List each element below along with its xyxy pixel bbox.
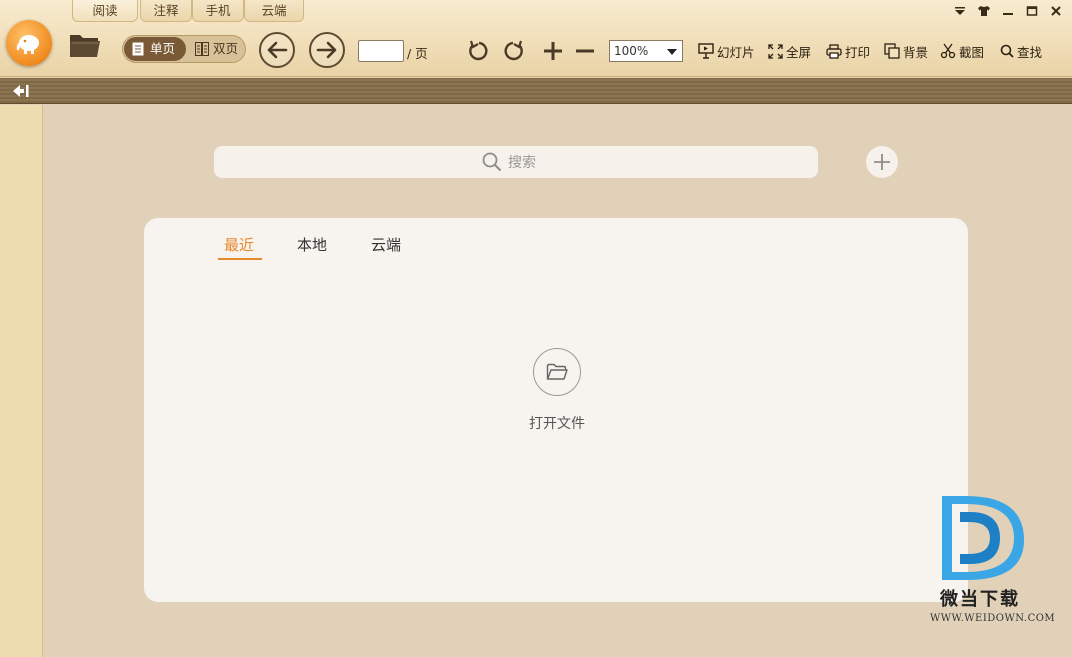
next-page-button[interactable] [309, 32, 345, 68]
page-number-input[interactable] [358, 40, 404, 62]
tab-label: 注释 [153, 3, 179, 18]
single-page-button[interactable]: 单页 [124, 37, 186, 61]
zoom-select[interactable]: 100% [609, 40, 683, 62]
window-controls [950, 2, 1066, 20]
tab-cloud[interactable]: 云端 [244, 0, 304, 22]
search-icon [1000, 44, 1014, 58]
slideshow-button[interactable]: 幻灯片 [698, 42, 755, 60]
background-label: 背景 [903, 44, 929, 60]
tab-local[interactable]: 本地 [297, 234, 327, 255]
screenshot-button[interactable]: 截图 [940, 42, 984, 60]
tab-annotate[interactable]: 注释 [140, 0, 192, 22]
library-panel: 最近 本地 云端 打开文件 [144, 218, 968, 602]
print-button[interactable]: 打印 [826, 42, 870, 60]
close-icon[interactable] [1046, 2, 1066, 20]
scissors-icon [940, 43, 956, 59]
open-file-label: 打开文件 [529, 416, 585, 432]
slideshow-label: 幻灯片 [717, 44, 755, 60]
double-page-icon [195, 42, 209, 56]
open-folder-button[interactable] [68, 31, 102, 59]
folder-open-icon [546, 363, 568, 380]
find-button[interactable]: 查找 [1000, 42, 1042, 60]
single-page-icon [132, 42, 144, 56]
watermark-url: WWW.WEIDOWN.COM [930, 613, 1056, 624]
active-tab-indicator [218, 258, 262, 260]
double-page-label: 双页 [213, 41, 239, 56]
tab-read[interactable]: 阅读 [72, 0, 138, 22]
tab-label: 阅读 [92, 3, 118, 18]
tab-label: 云端 [371, 236, 402, 254]
tab-recent[interactable]: 最近 [224, 234, 254, 255]
watermark-name: 微当下载 [940, 589, 1020, 610]
zoom-out-button[interactable] [572, 38, 598, 64]
previous-page-button[interactable] [259, 32, 295, 68]
add-book-button[interactable] [866, 146, 898, 178]
background-icon [884, 43, 900, 59]
open-file-button[interactable] [533, 348, 581, 396]
fullscreen-icon [768, 43, 783, 59]
search-placeholder-text: 搜索 [508, 155, 536, 171]
chevron-down-icon [667, 49, 677, 55]
fullscreen-label: 全屏 [786, 44, 812, 60]
find-label: 查找 [1017, 44, 1043, 60]
elephant-icon [16, 35, 39, 54]
folder-icon [70, 35, 100, 57]
fullscreen-button[interactable]: 全屏 [768, 42, 811, 60]
screenshot-label: 截图 [959, 44, 985, 60]
library-search-input[interactable]: 搜索 [214, 146, 818, 178]
rotate-left-button[interactable] [466, 38, 492, 64]
app-logo[interactable] [6, 20, 52, 66]
menu-dropdown-icon[interactable] [950, 2, 970, 20]
minimize-icon[interactable] [998, 2, 1018, 20]
plus-icon [874, 154, 890, 170]
rotate-ccw-icon [469, 40, 488, 61]
background-button[interactable]: 背景 [884, 42, 928, 60]
page-mode-toggle: 单页 双页 [122, 35, 246, 63]
rotate-cw-icon [504, 40, 523, 61]
zoom-value: 100% [614, 44, 649, 58]
plus-icon [544, 42, 562, 60]
tab-label: 云端 [261, 3, 287, 18]
arrow-left-icon [267, 41, 288, 59]
tab-label: 手机 [205, 3, 231, 18]
double-page-button[interactable]: 双页 [187, 37, 245, 61]
single-page-label: 单页 [150, 41, 176, 56]
tab-phone[interactable]: 手机 [192, 0, 244, 22]
sidebar-toggle-strip [0, 78, 1072, 104]
tab-cloud-library[interactable]: 云端 [371, 234, 401, 255]
rotate-right-button[interactable] [500, 38, 526, 64]
printer-icon [826, 43, 842, 59]
skin-shirt-icon[interactable] [974, 2, 994, 20]
zoom-in-button[interactable] [540, 38, 566, 64]
slideshow-icon [698, 43, 714, 59]
minus-icon [576, 49, 594, 53]
collapse-sidebar-icon[interactable] [12, 84, 30, 98]
arrow-right-icon [316, 41, 337, 59]
search-icon [482, 152, 502, 172]
tab-label: 本地 [297, 236, 328, 254]
search-placeholder: 搜索 [482, 152, 536, 172]
tab-row: 阅读 注释 手机 云端 [0, 0, 1072, 22]
print-label: 打印 [845, 44, 871, 60]
page-total-label: / 页 [407, 46, 428, 61]
maximize-icon[interactable] [1022, 2, 1042, 20]
sidebar-rail [0, 105, 43, 657]
tab-label: 最近 [224, 236, 255, 254]
